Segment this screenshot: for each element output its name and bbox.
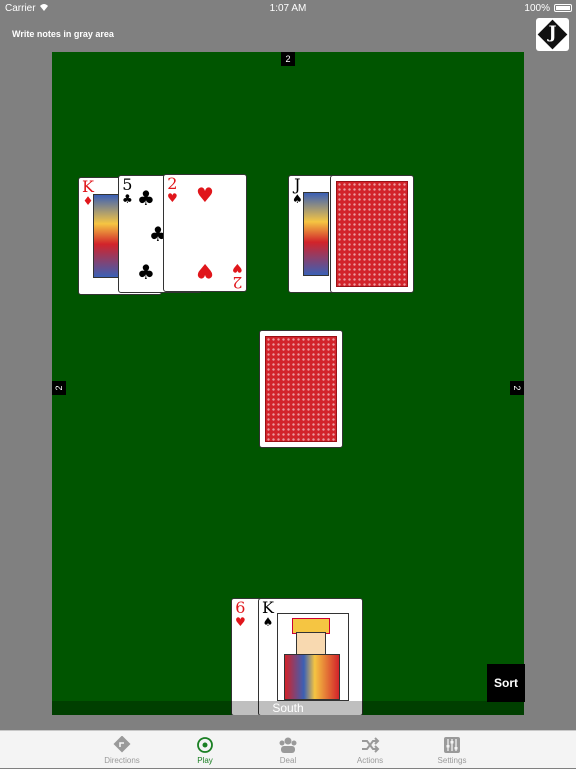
sliders-icon: [444, 737, 460, 753]
card-suit: ♥: [232, 261, 243, 275]
sort-button[interactable]: Sort: [487, 664, 525, 702]
card-suit: ♣: [122, 192, 133, 206]
tab-label: Deal: [279, 756, 297, 765]
king-card-art: [277, 613, 349, 701]
logo-letter: J: [548, 23, 557, 43]
card-pip: ♣: [137, 260, 155, 284]
card-table: 2 2 2 K ♦ 5 ♣ ♣ ♣ ♣ 2 ♥ ♥ ♥ 2 ♥ J ♠ 6 ♥ K ♠: [52, 52, 524, 715]
clock: 1:07 AM: [269, 3, 307, 14]
south-card-king-spades[interactable]: K ♠: [258, 598, 363, 715]
card-back-pattern: [336, 181, 408, 287]
tab-label: Play: [197, 756, 213, 765]
center-card-back[interactable]: [259, 330, 343, 448]
deal-icon: [279, 737, 297, 753]
card-suit: ♠: [292, 192, 303, 206]
card-pip: ♥: [196, 183, 214, 207]
battery-percent: 100%: [524, 3, 550, 14]
card-rank: 2: [232, 273, 243, 292]
card-back-pattern: [265, 336, 337, 442]
battery-icon: [554, 4, 572, 12]
tab-actions[interactable]: Actions: [340, 731, 400, 769]
tab-label: Actions: [356, 756, 384, 765]
west-card-two-hearts[interactable]: 2 ♥ ♥ ♥ 2 ♥: [163, 174, 247, 292]
tab-bar: Directions Play Deal Actions Settings: [0, 730, 576, 768]
card-suit: ♠: [262, 615, 274, 629]
directions-icon: [113, 736, 131, 753]
notes-hint[interactable]: Write notes in gray area: [12, 29, 114, 39]
app-logo[interactable]: J: [536, 18, 569, 51]
tab-play[interactable]: Play: [175, 731, 235, 769]
status-bar: Carrier 1:07 AM 100%: [0, 0, 576, 16]
tab-settings[interactable]: Settings: [422, 731, 482, 769]
card-pip: ♥: [196, 259, 214, 283]
shuffle-icon: [362, 737, 380, 753]
south-player-label: South: [52, 701, 524, 715]
face-card-art: [93, 194, 119, 278]
north-card-count: 2: [281, 52, 295, 66]
tab-deal[interactable]: Deal: [258, 731, 318, 769]
tab-label: Directions: [104, 756, 140, 765]
play-icon: [197, 737, 213, 753]
face-card-art: [303, 192, 329, 276]
west-card-count: 2: [52, 381, 66, 395]
tab-label: Settings: [437, 756, 467, 765]
card-suit: ♥: [167, 191, 178, 205]
card-suit: ♥: [235, 615, 246, 629]
tab-directions[interactable]: Directions: [92, 731, 152, 769]
east-card-back[interactable]: [330, 175, 414, 293]
card-pip: ♣: [137, 186, 155, 210]
east-card-count: 2: [510, 381, 524, 395]
